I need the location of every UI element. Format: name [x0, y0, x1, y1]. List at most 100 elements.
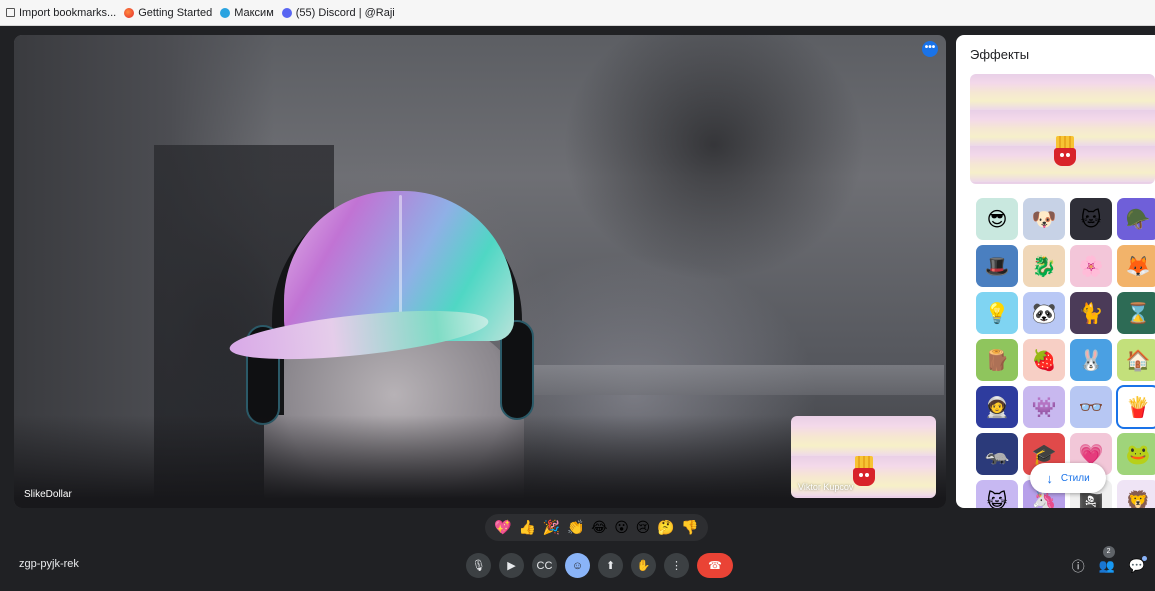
- effect-tile-night-animal[interactable]: 🦡: [976, 433, 1018, 475]
- bunny-icon: 🐰: [1078, 349, 1104, 372]
- effect-tile-panda[interactable]: 🐼: [1023, 292, 1065, 334]
- effect-tile-house[interactable]: 🏠: [1117, 339, 1155, 381]
- present-button[interactable]: ⬆: [598, 553, 623, 578]
- hourglass-icon: ⌛: [1125, 302, 1151, 325]
- bookmark-getting-started[interactable]: Getting Started: [124, 7, 212, 19]
- fries-effect: [853, 456, 875, 486]
- people-icon: 👥: [1098, 557, 1115, 573]
- hand-icon: ✋: [636, 560, 651, 572]
- effect-tile-fox[interactable]: 🦊: [1117, 245, 1155, 287]
- effect-tile-log[interactable]: 🪵: [976, 339, 1018, 381]
- dragon-icon: 🐉: [1031, 255, 1057, 278]
- fries-icon: 🍟: [1125, 396, 1151, 419]
- blossom-icon: 🌸: [1078, 255, 1104, 278]
- bookmark-label: Максим: [234, 6, 274, 19]
- call-controls: 🎙 ▶ CC ☺ ⬆ ✋ ⋮ ☎: [466, 553, 733, 578]
- effect-tile-glasses[interactable]: 👓: [1070, 386, 1112, 428]
- info-icon: ⓘ: [1071, 559, 1085, 574]
- phone-hangup-icon: ☎: [708, 560, 722, 572]
- effect-tile-dragon[interactable]: 🐉: [1023, 245, 1065, 287]
- meet-window: SlikeDollar ••• Viktor Kupcov Эффекты 😎 🐶…: [0, 26, 1155, 591]
- styles-label: Стили: [1060, 472, 1090, 484]
- emoji-icon: ☺: [571, 559, 584, 572]
- effect-tile-fries[interactable]: 🍟: [1116, 385, 1155, 429]
- sunglasses-icon: 😎: [986, 208, 1008, 231]
- effect-tile-black-cat[interactable]: 🐈: [1070, 292, 1112, 334]
- effect-preview: [970, 74, 1155, 184]
- bookmark-import[interactable]: Import bookmarks...: [6, 7, 116, 19]
- more-options-button[interactable]: ⋮: [664, 553, 689, 578]
- bookmark-label: (55) Discord | @Raji: [295, 6, 395, 19]
- glasses-icon: 👓: [1078, 396, 1104, 419]
- cat-icon: 🐱: [1080, 208, 1102, 231]
- camera-button[interactable]: ▶: [499, 553, 524, 578]
- dog-icon: 🐶: [1031, 208, 1057, 231]
- effect-tile-bunny[interactable]: 🐰: [1070, 339, 1112, 381]
- effect-tile-hat[interactable]: 🎩: [976, 245, 1018, 287]
- end-call-button[interactable]: ☎: [697, 553, 733, 578]
- reaction-thinking-icon[interactable]: 🤔: [657, 519, 674, 536]
- right-controls: ⓘ 👥 2 💬: [1072, 545, 1147, 575]
- self-view-tile[interactable]: Viktor Kupcov: [791, 416, 936, 498]
- video-background: [534, 365, 944, 395]
- reaction-surprised-icon[interactable]: 😮: [614, 519, 629, 536]
- present-icon: ⬆: [605, 560, 616, 572]
- telegram-icon: [220, 7, 231, 18]
- bookmark-discord[interactable]: (55) Discord | @Raji: [281, 6, 395, 19]
- effect-tile-sunglasses[interactable]: 😎: [976, 198, 1018, 240]
- firefox-icon: [124, 7, 135, 18]
- reaction-sad-icon[interactable]: 😢: [636, 519, 651, 536]
- effect-tile-helmet[interactable]: 🪖: [1117, 198, 1155, 240]
- reaction-laugh-icon[interactable]: 😂: [591, 519, 607, 536]
- captions-button[interactable]: CC: [532, 553, 557, 578]
- self-participant-name: Viktor Kupcov: [798, 482, 854, 492]
- bookmark-telegram[interactable]: Максим: [220, 7, 274, 19]
- participant-name: SlikeDollar: [24, 489, 72, 500]
- reactions-button[interactable]: ☺: [565, 553, 590, 578]
- effect-tile-lion[interactable]: 🦁: [1117, 480, 1155, 508]
- effect-tile-hourglass[interactable]: ⌛: [1117, 292, 1155, 334]
- chat-notification-dot: [1142, 555, 1147, 561]
- reaction-clap-icon[interactable]: 👏: [567, 519, 584, 536]
- participants-count-badge: 2: [1102, 545, 1115, 558]
- fox-icon: 🦊: [1125, 255, 1151, 278]
- import-icon: [6, 8, 15, 17]
- reactions-bar: 💖 👍 🎉 👏 😂 😮 😢 🤔 👎: [485, 514, 708, 541]
- people-button[interactable]: 👥 2: [1098, 545, 1115, 574]
- hat-icon: 🎩: [984, 255, 1010, 278]
- reaction-heart-icon[interactable]: 💖: [494, 519, 511, 536]
- effect-tile-astronaut[interactable]: 🧑‍🚀: [976, 386, 1018, 428]
- effect-tile-purple-cat[interactable]: 😺: [976, 480, 1018, 508]
- effect-tile-cat[interactable]: 🐱: [1070, 198, 1112, 240]
- effect-tile-strawberry[interactable]: 🍓: [1023, 339, 1065, 381]
- captions-icon: CC: [536, 559, 553, 572]
- reaction-thumbs-up-icon[interactable]: 👍: [519, 519, 536, 536]
- effect-tile-dog[interactable]: 🐶: [1023, 198, 1065, 240]
- camera-icon: ▶: [507, 560, 516, 572]
- purple-cat-icon: 😺: [986, 490, 1008, 509]
- arrow-down-icon: ↓: [1046, 470, 1053, 486]
- chat-button[interactable]: 💬: [1129, 555, 1147, 574]
- effect-tile-blossom[interactable]: 🌸: [1070, 245, 1112, 287]
- effects-grid: 😎 🐶 🐱 🪖 🎩 🐉 🌸 🦊 💡 🐼 🐈 ⌛ 🪵 🍓 🐰 🏠 🧑‍🚀 👾 👓 🍟 🦡 🎓 💗 🐸 😺 🦄 🏴‍☠️ 🦁: [976, 198, 1155, 508]
- discord-icon: [281, 7, 292, 18]
- raise-hand-button[interactable]: ✋: [631, 553, 656, 578]
- reaction-party-icon[interactable]: 🎉: [543, 519, 560, 536]
- styles-button[interactable]: ↓ Стили: [1030, 463, 1106, 493]
- night-animal-icon: 🦡: [984, 443, 1010, 466]
- log-icon: 🪵: [984, 349, 1010, 372]
- tile-more-options-button[interactable]: •••: [922, 41, 938, 57]
- cap-effect: [399, 195, 402, 330]
- black-cat-icon: 🐈: [1078, 302, 1104, 325]
- info-button[interactable]: ⓘ: [1072, 556, 1085, 575]
- mic-icon: 🎙: [471, 560, 486, 572]
- strawberry-icon: 🍓: [1031, 349, 1057, 372]
- effect-tile-creature[interactable]: 👾: [1023, 386, 1065, 428]
- effect-tile-frog[interactable]: 🐸: [1117, 433, 1155, 475]
- helmet-icon: 🪖: [1125, 208, 1151, 231]
- mic-button[interactable]: 🎙: [466, 553, 491, 578]
- lion-icon: 🦁: [1125, 490, 1151, 509]
- effect-tile-bulb[interactable]: 💡: [976, 292, 1018, 334]
- fries-effect: [1054, 136, 1076, 166]
- reaction-thumbs-down-icon[interactable]: 👎: [681, 519, 698, 536]
